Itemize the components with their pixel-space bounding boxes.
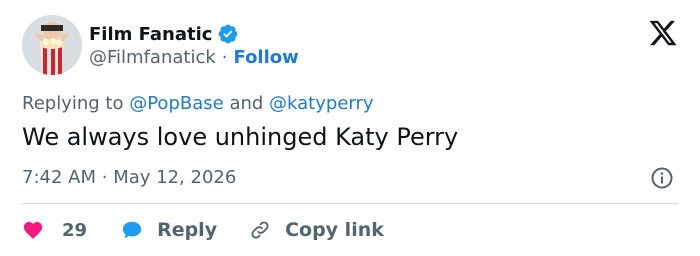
replying-to-line: Replying to @PopBase and @katyperry xyxy=(22,93,374,114)
replying-joiner: and xyxy=(229,93,264,114)
author-handle-row: @Filmfanatick · Follow xyxy=(89,47,299,68)
speech-bubble-icon xyxy=(122,221,142,239)
mention-link[interactable]: @katyperry xyxy=(269,93,373,114)
avatar-image xyxy=(22,15,82,75)
author-handle[interactable]: @Filmfanatick xyxy=(89,47,216,68)
action-bar: 29 Reply Copy link xyxy=(22,216,384,244)
author-name-row: Film Fanatic xyxy=(89,22,239,46)
like-button[interactable]: 29 xyxy=(22,219,87,241)
display-name[interactable]: Film Fanatic xyxy=(89,24,212,45)
avatar[interactable] xyxy=(22,15,82,75)
copy-link-label: Copy link xyxy=(285,219,384,241)
copy-link-button[interactable]: Copy link xyxy=(249,219,384,241)
like-count: 29 xyxy=(62,219,88,241)
info-icon[interactable] xyxy=(650,166,674,190)
separator-dot: · xyxy=(101,167,108,188)
reply-button[interactable]: Reply xyxy=(121,219,217,241)
tweet-date: May 12, 2026 xyxy=(113,167,237,188)
replying-prefix: Replying to xyxy=(22,93,124,114)
tweet-card: Film Fanatic @Filmfanatick · Follow Repl… xyxy=(0,0,700,256)
heart-icon xyxy=(23,221,43,239)
tweet-timestamp[interactable]: 7:42 AM · May 12, 2026 xyxy=(22,167,236,188)
tweet-time: 7:42 AM xyxy=(22,167,96,188)
divider xyxy=(22,203,678,204)
mention-link[interactable]: @PopBase xyxy=(129,93,223,114)
tweet-text: We always love unhinged Katy Perry xyxy=(22,123,459,151)
reply-label: Reply xyxy=(157,219,218,241)
x-logo-icon[interactable] xyxy=(648,18,678,48)
verified-badge-icon xyxy=(217,23,239,45)
separator-dot: · xyxy=(221,47,228,68)
follow-button[interactable]: Follow xyxy=(234,47,299,68)
link-icon xyxy=(251,221,269,239)
